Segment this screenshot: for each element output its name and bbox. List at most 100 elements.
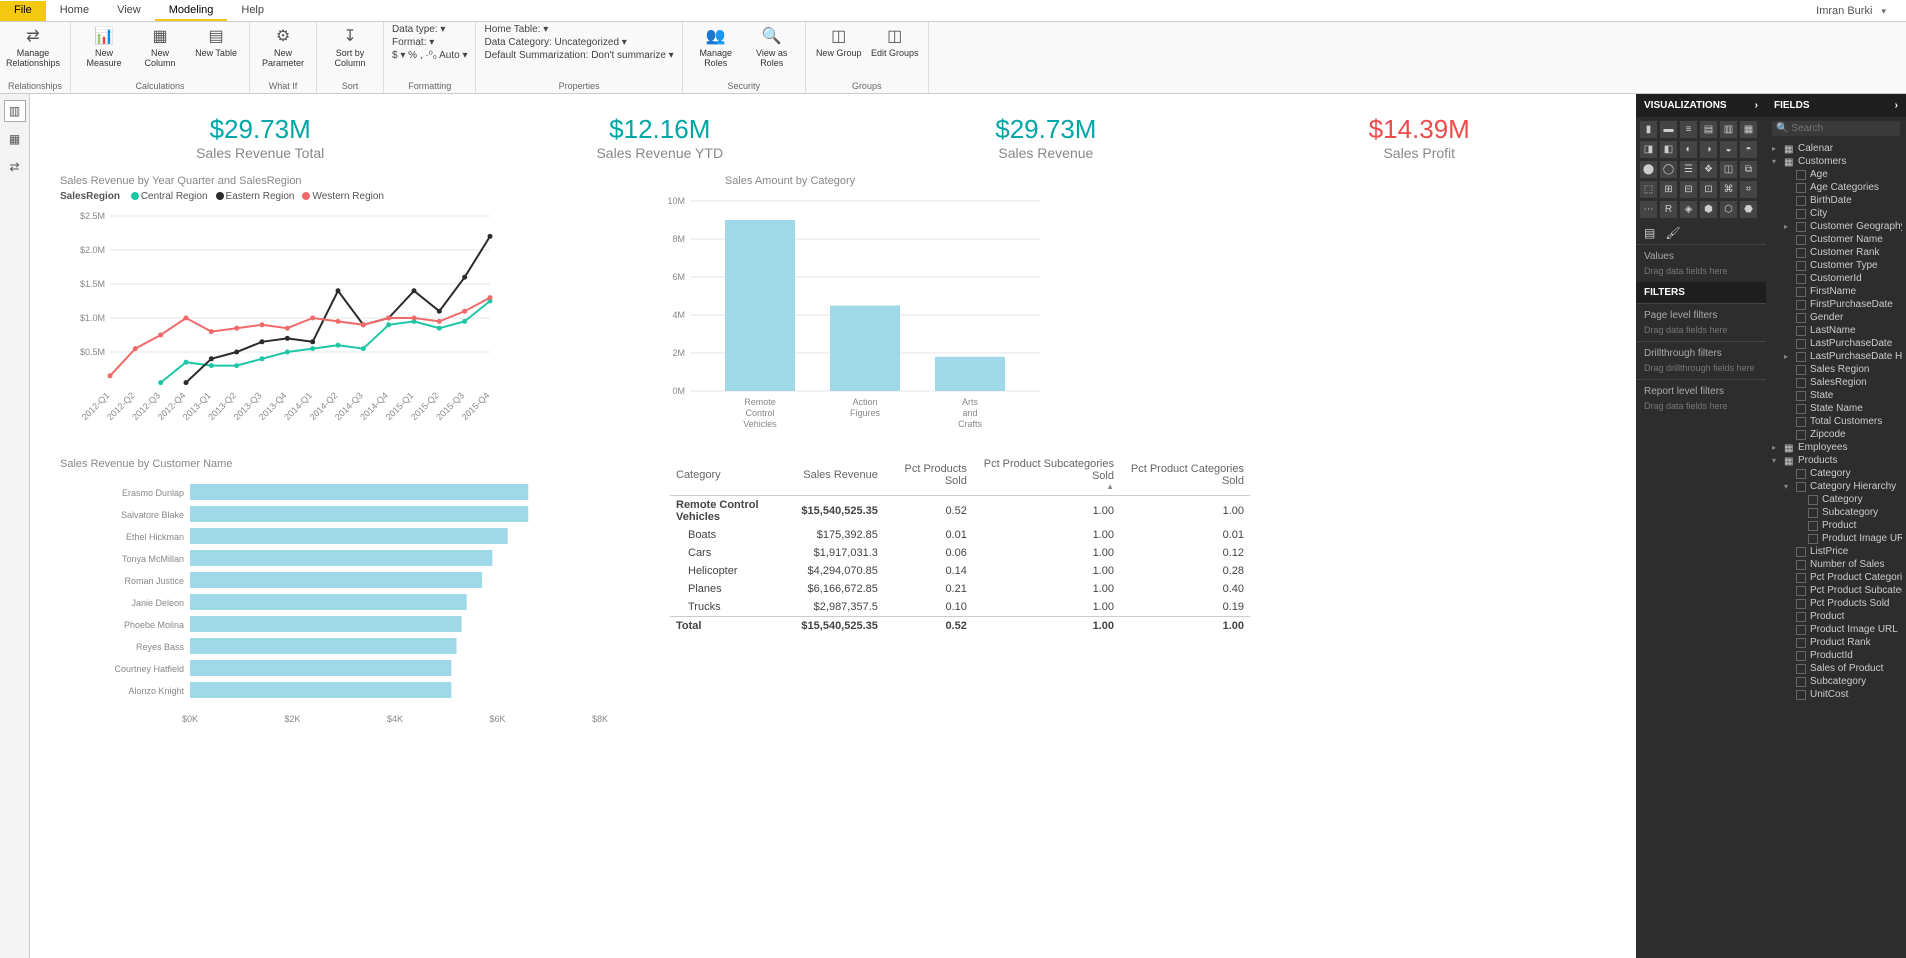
ribbon-btn-new-column[interactable]: ▦New Column — [135, 24, 185, 68]
vis-type-icon[interactable]: ⬣ — [1740, 201, 1757, 218]
model-view-icon[interactable]: ⇄ — [4, 156, 26, 178]
field-item[interactable]: Total Customers — [1770, 415, 1902, 428]
field-item[interactable]: Customer Rank — [1770, 246, 1902, 259]
vis-type-icon[interactable]: ⌘ — [1720, 181, 1737, 198]
field-item[interactable]: Sales Region — [1770, 363, 1902, 376]
field-item[interactable]: State — [1770, 389, 1902, 402]
menu-tab-home[interactable]: Home — [46, 1, 103, 21]
line-chart-visual[interactable]: Sales Revenue by Year Quarter and SalesR… — [60, 171, 500, 444]
field-item[interactable]: Product Image URL — [1770, 623, 1902, 636]
field-item[interactable]: Age — [1770, 168, 1902, 181]
kpi-card[interactable]: $12.16MSales Revenue YTD — [596, 114, 723, 161]
table-row[interactable]: Trucks$2,987,357.50.101.000.19 — [670, 598, 1250, 617]
field-table[interactable]: ▾▦Customers — [1770, 155, 1902, 168]
field-item[interactable]: Category — [1770, 467, 1902, 480]
vis-type-icon[interactable]: ⌗ — [1740, 181, 1757, 198]
menu-tab-modeling[interactable]: Modeling — [155, 1, 228, 21]
field-item[interactable]: ListPrice — [1770, 545, 1902, 558]
ribbon-btn-manage-roles[interactable]: 👥Manage Roles — [691, 24, 741, 68]
vis-type-icon[interactable]: ◐ — [1680, 141, 1697, 158]
vis-type-icon[interactable]: ≡ — [1680, 121, 1697, 138]
vis-type-icon[interactable]: ◫ — [1720, 161, 1737, 178]
values-drop[interactable]: Drag data fields here — [1636, 264, 1766, 282]
ribbon-btn-edit-groups[interactable]: ◫Edit Groups — [870, 24, 920, 58]
ribbon-line[interactable]: $ ▾ % , ·⁰₀ Auto ▾ — [392, 50, 467, 61]
field-item[interactable]: Pct Product Categories Sold — [1770, 571, 1902, 584]
vis-type-icon[interactable]: ⊡ — [1700, 181, 1717, 198]
data-view-icon[interactable]: ▦ — [4, 128, 26, 150]
table-row[interactable]: Helicopter$4,294,070.850.141.000.28 — [670, 562, 1250, 580]
ribbon-btn-new-group[interactable]: ◫New Group — [814, 24, 864, 58]
field-item[interactable]: SalesRegion — [1770, 376, 1902, 389]
vis-type-icon[interactable]: ⬡ — [1720, 201, 1737, 218]
kpi-card[interactable]: $29.73MSales Revenue Total — [196, 114, 324, 161]
field-item[interactable]: Pct Products Sold — [1770, 597, 1902, 610]
field-item[interactable]: Customer Type — [1770, 259, 1902, 272]
field-item[interactable]: ▸LastPurchaseDate Hierarchy — [1770, 350, 1902, 363]
vis-type-icon[interactable]: ⧉ — [1740, 161, 1757, 178]
vis-type-icon[interactable]: ▤ — [1700, 121, 1717, 138]
vis-type-icon[interactable]: ◒ — [1720, 141, 1737, 158]
menu-tab-help[interactable]: Help — [227, 1, 278, 21]
field-item[interactable]: FirstName — [1770, 285, 1902, 298]
vis-type-icon[interactable]: ⬚ — [1640, 181, 1657, 198]
menu-tab-view[interactable]: View — [103, 1, 155, 21]
filter-drop-zone[interactable]: Drag data fields here — [1636, 399, 1766, 417]
field-item[interactable]: City — [1770, 207, 1902, 220]
vis-type-icon[interactable]: ▦ — [1740, 121, 1757, 138]
vis-type-icon[interactable]: ◧ — [1660, 141, 1677, 158]
field-item[interactable]: Product — [1770, 610, 1902, 623]
vis-type-icon[interactable]: ◨ — [1640, 141, 1657, 158]
data-table[interactable]: CategorySales RevenuePct Products SoldPc… — [670, 454, 1250, 635]
filter-drop-zone[interactable]: Drag data fields here — [1636, 323, 1766, 341]
fields-well-icon[interactable]: ▤ — [1644, 226, 1655, 240]
table-row[interactable]: Boats$175,392.850.011.000.01 — [670, 526, 1250, 544]
fields-search[interactable]: 🔍 — [1772, 121, 1900, 136]
user-label[interactable]: Imran Burki ▾ — [1816, 5, 1906, 17]
filter-drop-zone[interactable]: Drag drillthrough fields here — [1636, 361, 1766, 379]
field-item[interactable]: LastName — [1770, 324, 1902, 337]
field-item[interactable]: BirthDate — [1770, 194, 1902, 207]
vis-type-icon[interactable]: ☰ — [1680, 161, 1697, 178]
field-item[interactable]: Product Image URL — [1770, 532, 1902, 545]
ribbon-btn-new-table[interactable]: ▤New Table — [191, 24, 241, 58]
field-item[interactable]: FirstPurchaseDate — [1770, 298, 1902, 311]
menu-tab-file[interactable]: File — [0, 1, 46, 21]
format-icon[interactable]: 🖌 — [1665, 226, 1680, 240]
vis-type-icon[interactable]: ⊞ — [1660, 181, 1677, 198]
field-item[interactable]: Gender — [1770, 311, 1902, 324]
table-row[interactable]: Remote Control Vehicles$15,540,525.350.5… — [670, 496, 1250, 527]
ribbon-btn-new-parameter[interactable]: ⚙New Parameter — [258, 24, 308, 68]
field-item[interactable]: ▸Customer Geography — [1770, 220, 1902, 233]
ribbon-line[interactable]: Data Category: Uncategorized ▾ — [484, 37, 673, 48]
field-table[interactable]: ▸▦Calenar — [1770, 142, 1902, 155]
bar-chart-visual[interactable]: Sales Amount by Category 0M2M4M6M8M10MRe… — [530, 171, 1050, 444]
field-item[interactable]: Customer Name — [1770, 233, 1902, 246]
table-header[interactable]: Pct Products Sold — [884, 454, 973, 496]
panel-header[interactable]: FIELDS › — [1766, 94, 1906, 117]
vis-type-icon[interactable]: ▬ — [1660, 121, 1677, 138]
vis-type-icon[interactable]: ◓ — [1740, 141, 1757, 158]
field-item[interactable]: Category — [1770, 493, 1902, 506]
vis-type-icon[interactable]: ◈ — [1680, 201, 1697, 218]
table-header[interactable]: Sales Revenue — [795, 454, 883, 496]
ribbon-line[interactable]: Format: ▾ — [392, 37, 467, 48]
table-header[interactable]: Pct Product Categories Sold — [1120, 454, 1250, 496]
field-item[interactable]: Subcategory — [1770, 506, 1902, 519]
field-table[interactable]: ▾▦Products — [1770, 454, 1902, 467]
field-item[interactable]: CustomerId — [1770, 272, 1902, 285]
field-item[interactable]: Zipcode — [1770, 428, 1902, 441]
vis-type-icon[interactable]: ◑ — [1700, 141, 1717, 158]
vis-type-icon[interactable]: ⋯ — [1640, 201, 1657, 218]
field-item[interactable]: ▾Category Hierarchy — [1770, 480, 1902, 493]
vis-type-icon[interactable]: ⬤ — [1640, 161, 1657, 178]
ribbon-btn-new-measure[interactable]: 📊New Measure — [79, 24, 129, 68]
ribbon-btn-manage-relationships[interactable]: ⇄Manage Relationships — [8, 24, 58, 68]
vis-type-icon[interactable]: ⬢ — [1700, 201, 1717, 218]
field-item[interactable]: ProductId — [1770, 649, 1902, 662]
field-item[interactable]: Pct Product Subcategories... — [1770, 584, 1902, 597]
table-row[interactable]: Cars$1,917,031.30.061.000.12 — [670, 544, 1250, 562]
hbar-chart-visual[interactable]: Sales Revenue by Customer Name Erasmo Du… — [60, 454, 620, 737]
vis-type-icon[interactable]: ❖ — [1700, 161, 1717, 178]
table-row[interactable]: Planes$6,166,672.850.211.000.40 — [670, 580, 1250, 598]
